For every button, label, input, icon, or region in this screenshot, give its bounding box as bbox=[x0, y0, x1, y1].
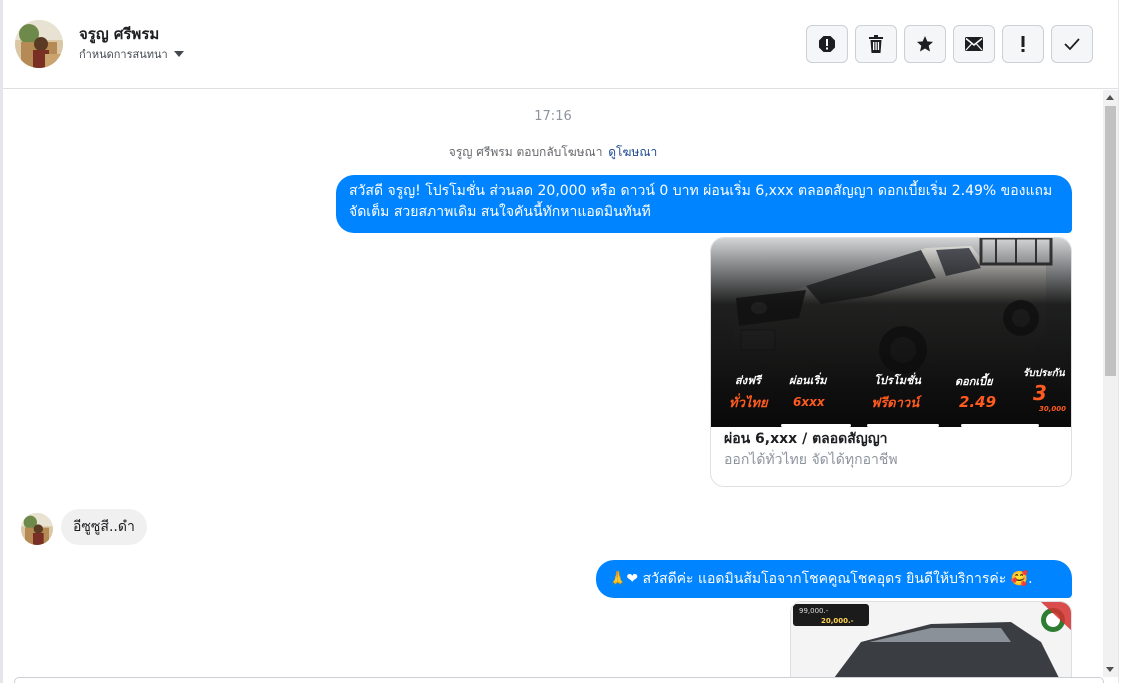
outgoing-message[interactable]: สวัสดี จรูญ! โปรโมชั่น ส่วนลด 20,000 หรื… bbox=[336, 175, 1072, 233]
assign-conversation-label: กำหนดการสนทนา bbox=[79, 48, 168, 61]
greeting-text: สวัสดีค่ะ แอดมินส้มโอจากโชคคูณโชคอุดร ยิ… bbox=[642, 571, 1007, 587]
promo-label-bottom: ฟรีดาวน์ bbox=[871, 395, 922, 411]
check-icon bbox=[1064, 38, 1080, 51]
thread-scrollbar[interactable] bbox=[1103, 90, 1118, 677]
outgoing-image[interactable]: 99,000.- 20,000.- bbox=[790, 601, 1072, 677]
promo-label-top: ผ่อนเริ่ม bbox=[789, 372, 828, 387]
sender-avatar bbox=[21, 513, 53, 545]
message-thread[interactable]: 17:16 จรูญ ศรีพรม ตอบกลับโฆษณา ดูโฆษณา ส… bbox=[3, 90, 1103, 677]
outgoing-message[interactable]: 🙏❤ สวัสดีค่ะ แอดมินส้มโอจากโชคคูณโชคอุดร… bbox=[596, 560, 1072, 598]
mark-done-button[interactable] bbox=[1051, 25, 1093, 63]
discount-text: 20,000.- bbox=[821, 617, 854, 625]
incoming-message[interactable]: อีซูซูสี..ดำ bbox=[61, 509, 147, 545]
avatar[interactable] bbox=[15, 20, 63, 68]
promo-label-top: โปรโมชั่น bbox=[874, 372, 921, 387]
conversation-header: จรูญ ศรีพรม กำหนดการสนทนา bbox=[3, 0, 1118, 89]
delete-button[interactable] bbox=[855, 25, 897, 63]
scroll-down-arrow-icon[interactable] bbox=[1106, 667, 1114, 672]
price-old-text: 99,000.- bbox=[799, 607, 829, 615]
messenger-conversation: จรูญ ศรีพรม กำหนดการสนทนา 17:16 จรูญ ศรี… bbox=[0, 0, 1133, 683]
promo-label-top: ดอกเบี้ย bbox=[955, 373, 994, 388]
envelope-icon bbox=[965, 37, 983, 51]
scrollbar-thumb[interactable] bbox=[1105, 106, 1116, 376]
spam-icon bbox=[819, 36, 835, 52]
promo-label-bottom: ทั่วไทย bbox=[729, 393, 769, 411]
promo-label-bottom: 2.49 bbox=[959, 393, 996, 411]
promo-label-bottom: 3 bbox=[1033, 381, 1047, 405]
promo-small-text: 30,000 bbox=[1039, 405, 1066, 413]
contact-name[interactable]: จรูญ ศรีพรม bbox=[79, 22, 159, 46]
message-timestamp: 17:16 bbox=[534, 109, 572, 124]
right-panel-edge bbox=[1118, 0, 1133, 683]
promo-label-bottom: 6xxx bbox=[793, 395, 826, 409]
message-composer[interactable] bbox=[14, 677, 1104, 683]
star-icon bbox=[917, 36, 933, 52]
greeting-emoji-prefix: 🙏❤ bbox=[609, 571, 639, 587]
trash-icon bbox=[869, 35, 883, 53]
ad-card[interactable]: ส่งฟรี ทั่วไทย ผ่อนเริ่ม 6xxx โปรโมชั่น … bbox=[710, 237, 1072, 487]
greeting-emoji-suffix: 🥰. bbox=[1010, 571, 1033, 587]
view-ad-link[interactable]: ดูโฆษณา bbox=[608, 145, 657, 159]
caret-down-icon bbox=[173, 51, 184, 57]
conversation-toolbar bbox=[806, 25, 1093, 63]
ad-card-title: ผ่อน 6,xxx / ตลอดสัญญา bbox=[724, 431, 888, 447]
mark-spam-button[interactable] bbox=[806, 25, 848, 63]
exclamation-icon bbox=[1021, 36, 1025, 52]
follow-up-button[interactable] bbox=[1002, 25, 1044, 63]
mark-unread-button[interactable] bbox=[953, 25, 995, 63]
ad-reply-text: จรูญ ศรีพรม ตอบกลับโฆษณา bbox=[448, 145, 603, 159]
promo-label-top: ส่งฟรี bbox=[735, 374, 763, 387]
scroll-up-arrow-icon[interactable] bbox=[1106, 95, 1114, 100]
assign-conversation-dropdown[interactable]: กำหนดการสนทนา bbox=[79, 45, 184, 63]
ad-reply-notice: จรูญ ศรีพรม ตอบกลับโฆษณา ดูโฆษณา bbox=[3, 143, 1103, 162]
promo-label-top: รับประกัน bbox=[1023, 367, 1066, 379]
ad-card-description: ออกได้ทั่วไทย จัดได้ทุกอาชีพ bbox=[724, 452, 898, 468]
truck-ad-image: ส่งฟรี ทั่วไทย ผ่อนเริ่ม 6xxx โปรโมชั่น … bbox=[711, 238, 1071, 427]
star-button[interactable] bbox=[904, 25, 946, 63]
